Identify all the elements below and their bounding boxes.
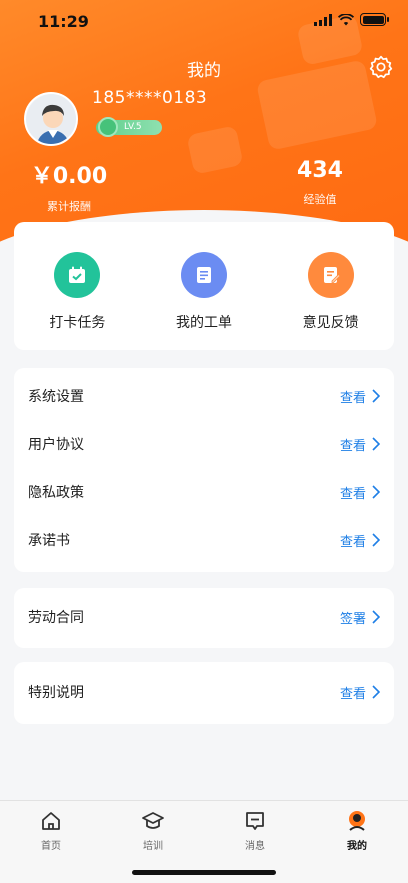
quick-action-feedback[interactable]: 意见反馈 [276, 252, 386, 350]
avatar[interactable] [24, 92, 78, 146]
menu-item-user-agreement[interactable]: 用户协议 查看 [14, 420, 394, 468]
chevron-right-icon [372, 437, 380, 451]
chevron-right-icon [372, 485, 380, 499]
quick-action-label: 我的工单 [175, 315, 232, 331]
home-icon [42, 812, 60, 830]
contract-card: 劳动合同 签署 [14, 588, 394, 648]
user-phone: 185****0183 [92, 88, 208, 108]
menu-item-special-notes[interactable]: 特别说明 查看 [14, 668, 394, 716]
menu-item-action: 查看 [339, 438, 366, 454]
tab-profile[interactable]: 我的 [306, 801, 408, 883]
level-text: LV.5 [124, 122, 142, 132]
menu-item-labor-contract[interactable]: 劳动合同 签署 [14, 593, 394, 641]
calendar-check-icon [54, 252, 101, 298]
tab-label: 我的 [347, 841, 367, 852]
exp-label: 经验值 [303, 193, 337, 206]
quick-action-checkin[interactable]: 打卡任务 [22, 252, 132, 350]
chevron-right-icon [372, 610, 380, 624]
menu-item-label: 特别说明 [28, 685, 84, 701]
feedback-edit-icon [307, 252, 354, 298]
page-title: 我的 [187, 61, 221, 81]
tab-home[interactable]: 首页 [0, 801, 102, 883]
chevron-right-icon [372, 533, 380, 547]
quick-action-label: 意见反馈 [302, 315, 359, 331]
chevron-right-icon [372, 685, 380, 699]
level-leaf-icon [98, 117, 118, 137]
quick-action-work-order[interactable]: 我的工单 [149, 252, 259, 350]
menu-item-label: 系统设置 [28, 389, 84, 405]
earnings-value: ￥0.00 [30, 164, 108, 189]
special-notes-card: 特别说明 查看 [14, 662, 394, 724]
menu-item-action: 签署 [339, 611, 366, 627]
signal-icon [314, 13, 332, 26]
quick-actions-card: 打卡任务 我的工单 意见反馈 [14, 222, 394, 350]
menu-item-label: 用户协议 [28, 437, 84, 453]
menu-item-action: 查看 [339, 486, 366, 502]
menu-item-label: 隐私政策 [28, 485, 84, 501]
battery-icon [360, 13, 389, 26]
tab-label: 首页 [41, 841, 61, 852]
chevron-right-icon [372, 389, 380, 403]
tab-label: 培训 [143, 841, 163, 852]
menu-item-privacy-policy[interactable]: 隐私政策 查看 [14, 468, 394, 516]
menu-item-label: 劳动合同 [28, 610, 84, 626]
status-bar: 11:29 [0, 0, 408, 44]
gear-icon[interactable] [368, 54, 394, 80]
menu-item-system-settings[interactable]: 系统设置 查看 [14, 372, 394, 420]
earnings-label: 累计报酬 [47, 200, 91, 213]
quick-action-label: 打卡任务 [49, 315, 106, 331]
decor-shape [186, 125, 244, 175]
tab-label: 消息 [245, 841, 265, 852]
exp-value: 434 [297, 158, 343, 183]
home-indicator [132, 870, 276, 875]
status-time: 11:29 [38, 12, 89, 31]
menu-item-commitment[interactable]: 承诺书 查看 [14, 516, 394, 564]
menu-item-action: 查看 [339, 534, 366, 550]
profile-icon [349, 811, 365, 831]
message-icon [246, 812, 264, 830]
earnings-stat[interactable]: ￥0.00 累计报酬 [24, 158, 114, 214]
wifi-icon [338, 13, 354, 25]
menu-item-action: 查看 [339, 686, 366, 702]
level-badge: LV.5 [96, 117, 162, 137]
menu-item-label: 承诺书 [28, 533, 70, 549]
graduation-cap-icon [142, 812, 164, 829]
menu-item-action: 查看 [339, 390, 366, 406]
exp-stat[interactable]: 434 经验值 [280, 158, 360, 207]
work-order-icon [180, 252, 227, 298]
settings-menu-card: 系统设置 查看 用户协议 查看 隐私政策 查看 承诺书 查看 [14, 368, 394, 572]
status-icons [314, 13, 389, 26]
